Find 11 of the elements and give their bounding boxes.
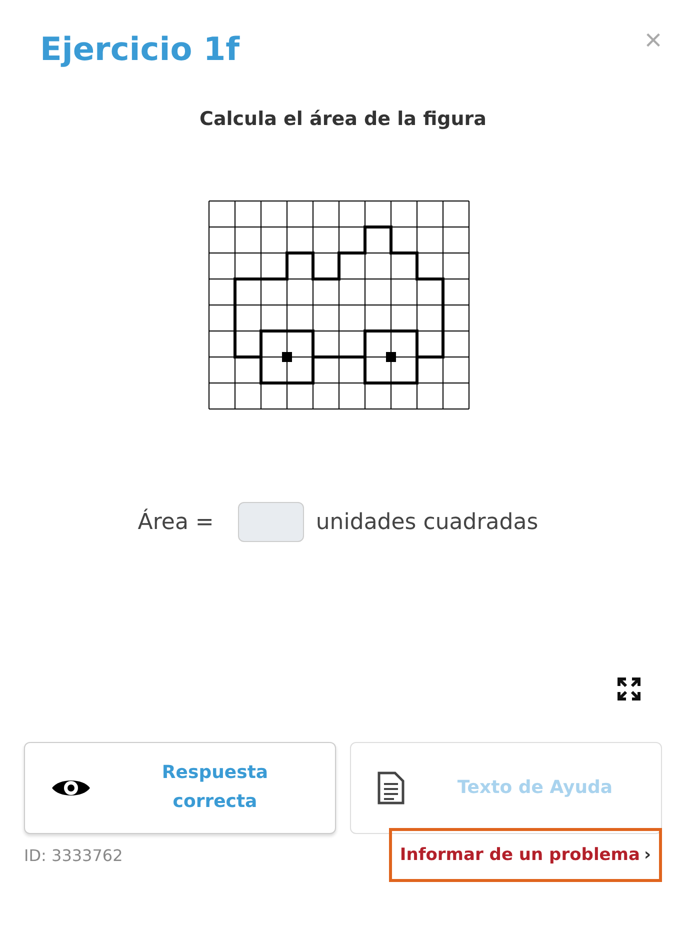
fullscreen-icon[interactable] bbox=[616, 676, 642, 702]
question-text: Calcula el área de la figura bbox=[198, 108, 488, 130]
exercise-title: Ejercicio 1f bbox=[40, 30, 240, 68]
area-label: Área = bbox=[138, 510, 214, 534]
show-answer-button[interactable]: Respuesta correcta bbox=[24, 742, 336, 834]
unit-label: unidades cuadradas bbox=[316, 510, 538, 534]
document-icon bbox=[377, 771, 405, 805]
answer-field[interactable] bbox=[238, 502, 304, 542]
close-button[interactable]: × bbox=[644, 26, 662, 56]
exercise-id: ID: 3333762 bbox=[24, 846, 123, 864]
report-problem-link[interactable]: Informar de un problema › bbox=[388, 828, 662, 882]
